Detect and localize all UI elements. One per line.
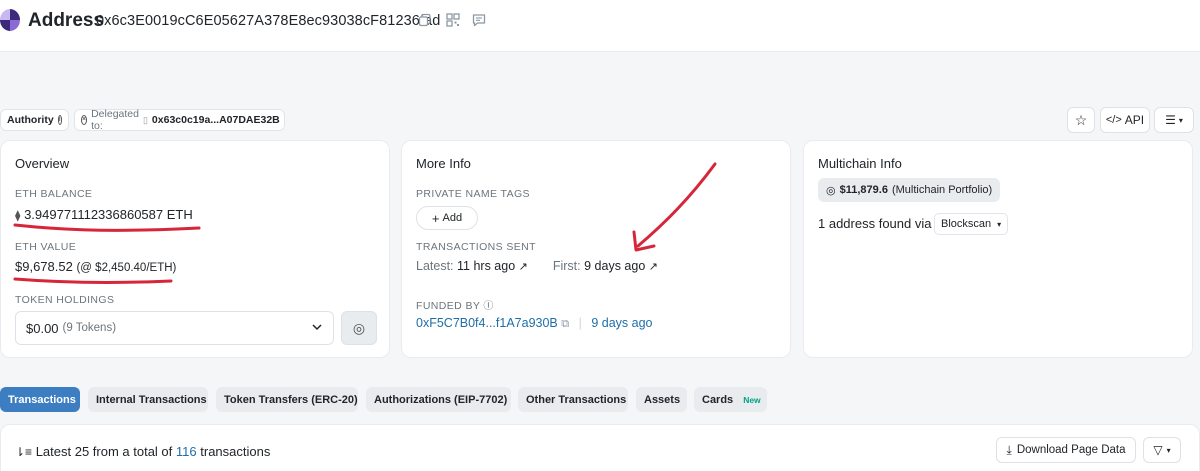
blockscan-label: Blockscan — [941, 218, 992, 230]
tab-transactions[interactable]: Transactions — [0, 387, 80, 412]
eth-balance-label: ETH BALANCE — [15, 188, 93, 200]
eth-value: $9,678.52 (@ $2,450.40/ETH) — [15, 259, 176, 274]
red-underline-annotation — [13, 223, 201, 232]
funded-by-age[interactable]: 9 days ago — [591, 316, 652, 330]
funded-by-label: FUNDED BY ⓘ — [416, 300, 494, 312]
overview-title: Overview — [15, 156, 70, 171]
address-found-text: 1 address found via — [818, 216, 932, 231]
chevron-down-icon: ▾ — [1166, 445, 1171, 455]
sort-icon: ⇂≡ — [15, 445, 33, 459]
first-label: First: — [552, 259, 581, 273]
comment-icon[interactable] — [472, 13, 486, 27]
info-icon: i — [57, 115, 62, 125]
document-icon: ▯ — [142, 114, 148, 125]
multichain-portfolio-badge[interactable]: ◎ $11,879.6 (Multichain Portfolio) — [818, 178, 1001, 202]
close-circle-icon: × — [81, 115, 88, 125]
qr-code-icon[interactable] — [446, 13, 460, 27]
new-badge: New — [743, 394, 761, 405]
authority-label: Authority — [7, 114, 54, 126]
filter-icon: ▽ — [1153, 443, 1163, 457]
delegated-address[interactable]: 0x63c0c19a...A07DAE32B — [152, 114, 280, 126]
plus-icon: + — [431, 210, 440, 226]
more-menu-button[interactable]: ☰ ▾ — [1154, 107, 1194, 133]
transactions-sent-info: Latest: 11 hrs ago ↗ First: 9 days ago ↗ — [416, 259, 658, 273]
count-suffix: transactions — [200, 444, 271, 459]
blockscan-dropdown[interactable]: Blockscan ▾ — [934, 213, 1009, 235]
copy-icon[interactable] — [418, 13, 432, 27]
latest-label: Latest: — [416, 259, 454, 273]
portfolio-label: (Multichain Portfolio) — [891, 184, 993, 196]
download-icon: ⤓ — [1006, 442, 1012, 457]
copy-icon[interactable]: ⧉ — [561, 318, 569, 330]
add-label: Add — [442, 212, 463, 224]
overview-card: Overview ETH BALANCE ⧫ 3.949771112336860… — [0, 140, 390, 358]
latest-value[interactable]: 11 hrs ago — [457, 259, 515, 273]
tab-cards[interactable]: Cards New — [694, 387, 767, 412]
private-name-tags-label: PRIVATE NAME TAGS — [416, 188, 530, 200]
star-button[interactable]: ☆ — [1067, 107, 1095, 133]
first-value[interactable]: 9 days ago — [584, 259, 645, 273]
code-icon: </> — [1105, 114, 1122, 126]
api-button[interactable]: </> API — [1100, 107, 1150, 133]
token-count: (9 Tokens) — [62, 322, 117, 334]
tab-other-transactions[interactable]: Other Transactions — [518, 387, 628, 412]
external-link-icon[interactable]: ↗ — [649, 261, 658, 273]
api-label: API — [1124, 113, 1145, 127]
multichain-portfolio-button[interactable]: ◎ — [341, 311, 377, 345]
portfolio-value: $11,879.6 — [839, 184, 888, 196]
delegated-label: Delegated to: — [91, 108, 139, 132]
more-info-title: More Info — [416, 156, 471, 171]
star-icon: ☆ — [1074, 111, 1088, 128]
red-arrow-annotation — [632, 162, 717, 252]
delegated-tag[interactable]: × Delegated to: ▯ 0x63c0c19a...A07DAE32B — [74, 108, 285, 132]
address-hash: 0x6c3E0019cC6E05627A378E8ec93038cF81236f… — [96, 13, 441, 29]
chevron-down-icon: ▾ — [997, 219, 1002, 229]
page-title: Address — [28, 10, 105, 31]
eth-value-rate: (@ $2,450.40/ETH) — [76, 262, 177, 274]
funded-by-address[interactable]: 0xF5C7B0f4...f1A7a930B — [416, 316, 558, 330]
multichain-info-card: Multichain Info ◎ $11,879.6 (Multichain … — [803, 140, 1193, 358]
coins-stack-icon: ◎ — [826, 184, 836, 197]
tab-token-transfers[interactable]: Token Transfers (ERC-20) — [216, 387, 358, 412]
tab-authorizations[interactable]: Authorizations (EIP-7702) — [366, 387, 511, 412]
eth-value-amount: $9,678.52 — [15, 259, 73, 274]
more-info-card: More Info PRIVATE NAME TAGS + Add TRANSA… — [401, 140, 791, 358]
list-menu-icon: ☰ — [1165, 113, 1176, 127]
download-page-data-button[interactable]: ⤓ Download Page Data — [996, 437, 1136, 463]
page-header: Address 0x6c3E0019cC6E05627A378E8ec93038… — [0, 0, 1200, 52]
multichain-title: Multichain Info — [818, 156, 902, 171]
external-link-icon[interactable]: ↗ — [519, 261, 528, 273]
funded-by-info: 0xF5C7B0f4...f1A7a930B ⧉ | 9 days ago — [416, 316, 653, 330]
address-avatar-icon — [0, 9, 20, 31]
add-name-tag-button[interactable]: + Add — [416, 206, 478, 230]
tab-cards-label: Cards — [702, 393, 734, 406]
chevron-down-icon — [311, 321, 323, 333]
transaction-count: ⇂≡ Latest 25 from a total of 116 transac… — [15, 444, 270, 459]
help-icon: ⓘ — [483, 301, 494, 312]
red-underline-annotation — [13, 277, 173, 284]
count-total[interactable]: 116 — [176, 444, 197, 459]
tab-assets[interactable]: Assets — [636, 387, 687, 412]
token-holdings-label: TOKEN HOLDINGS — [15, 294, 115, 306]
coins-stack-icon: ◎ — [352, 320, 366, 336]
download-label: Download Page Data — [1016, 444, 1126, 456]
token-holdings-dropdown[interactable]: $0.00 (9 Tokens) — [15, 311, 334, 345]
tab-internal-transactions[interactable]: Internal Transactions — [88, 387, 208, 412]
filter-button[interactable]: ▽ ▾ — [1143, 437, 1181, 463]
transactions-sent-label: TRANSACTIONS SENT — [416, 241, 536, 253]
count-prefix: Latest 25 from a total of — [35, 444, 173, 459]
authority-tag[interactable]: Authority i — [0, 109, 69, 131]
transactions-panel: ⇂≡ Latest 25 from a total of 116 transac… — [0, 424, 1200, 471]
chevron-down-icon: ▾ — [1178, 115, 1183, 125]
eth-value-label: ETH VALUE — [15, 241, 77, 253]
token-value: $0.00 — [26, 320, 59, 336]
